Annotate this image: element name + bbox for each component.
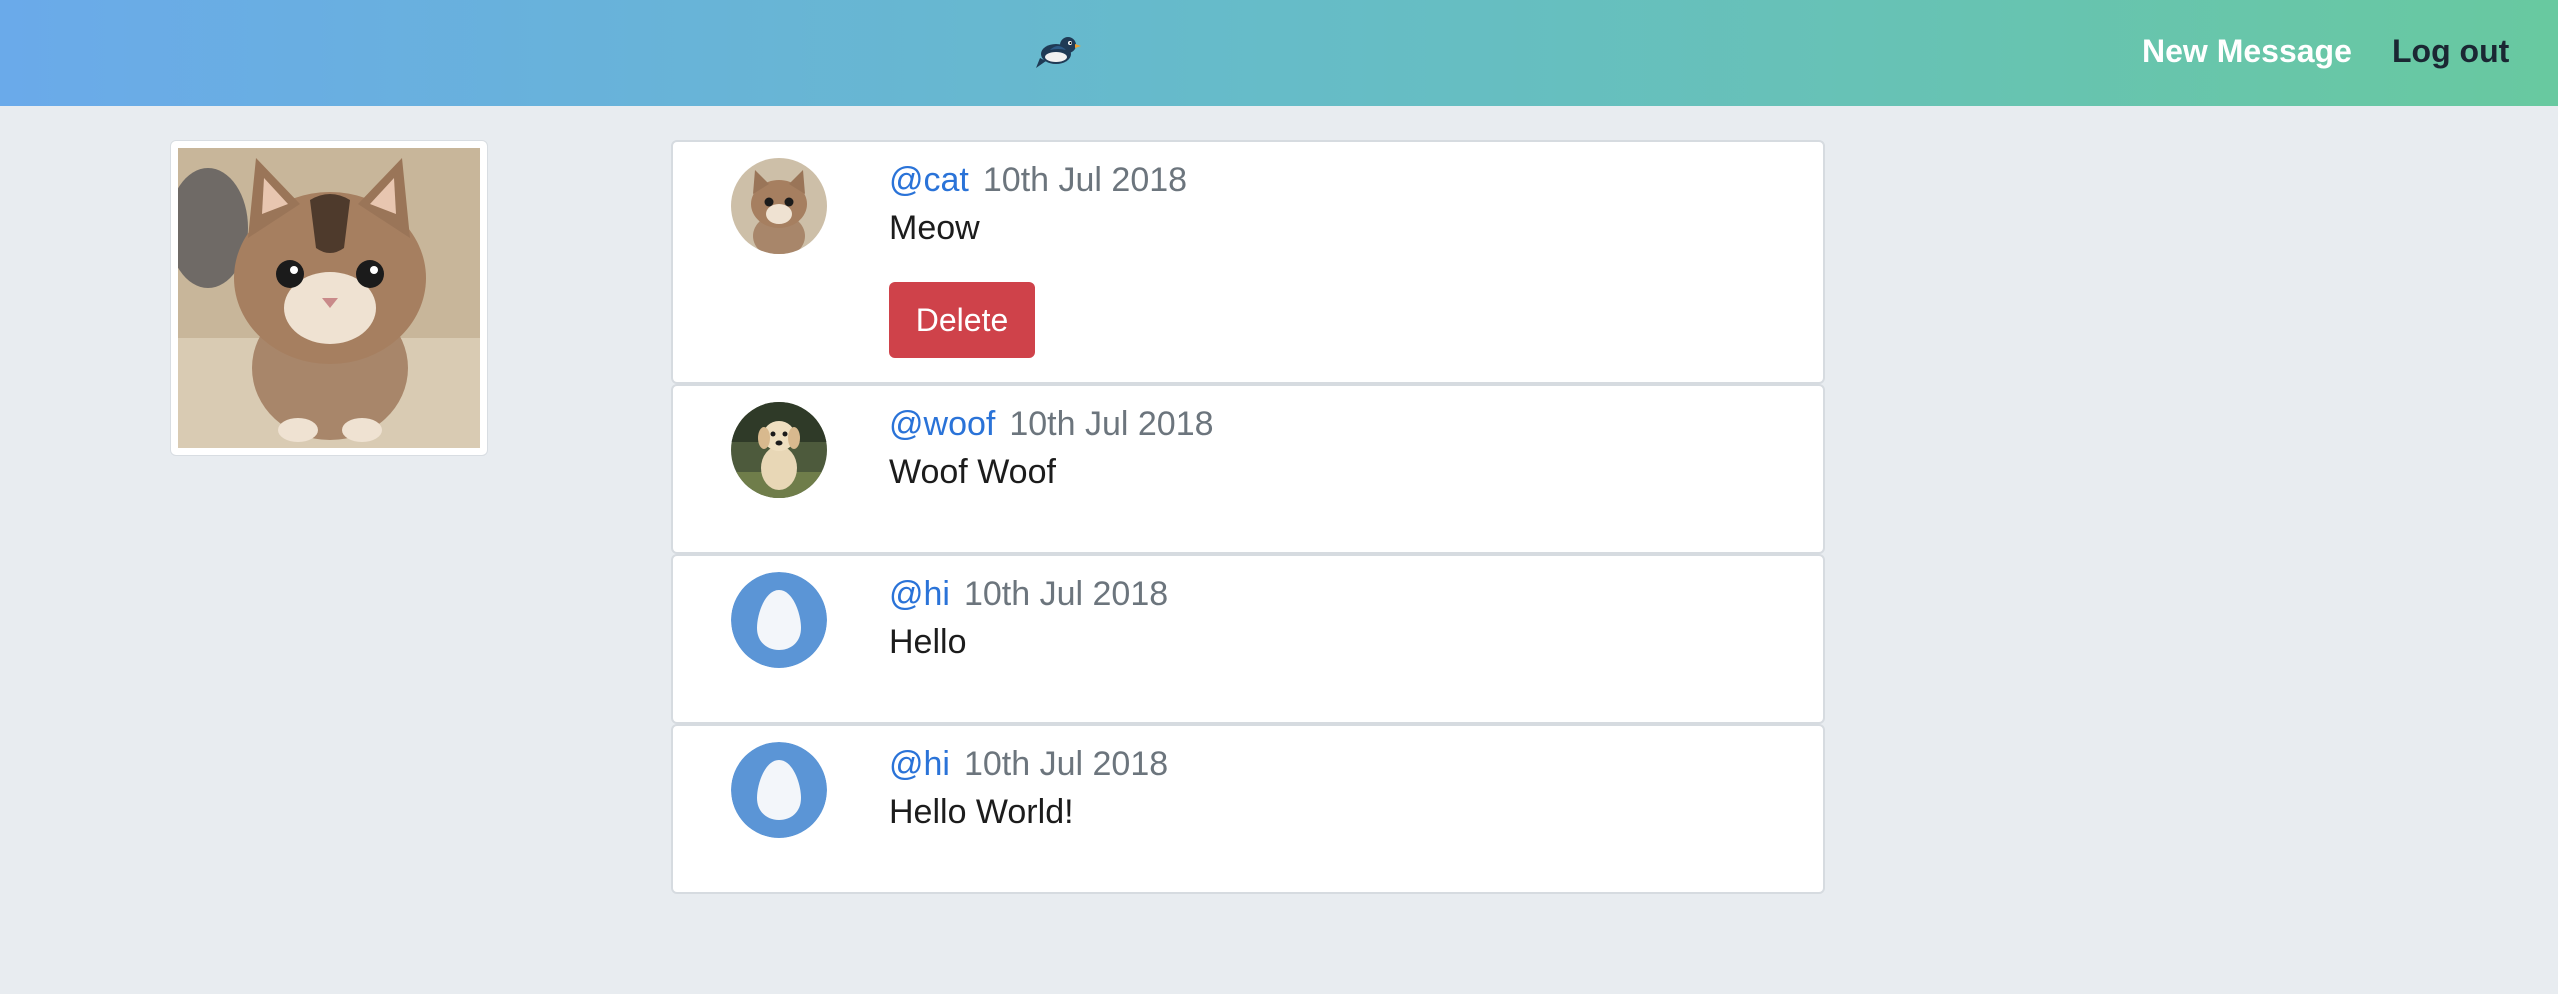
user-handle-link[interactable]: @woof bbox=[889, 405, 995, 443]
user-handle-link[interactable]: @cat bbox=[889, 161, 969, 199]
bird-logo-icon[interactable] bbox=[1034, 28, 1082, 76]
message-meta: @hi 10th Jul 2018 bbox=[889, 744, 1168, 784]
top-navbar: New Message Log out bbox=[0, 0, 2558, 106]
user-handle-link[interactable]: @hi bbox=[889, 745, 950, 783]
kitten-avatar[interactable] bbox=[731, 158, 827, 254]
message-card: @hi 10th Jul 2018 Hello bbox=[671, 554, 1825, 724]
delete-button[interactable]: Delete bbox=[889, 282, 1035, 358]
profile-image bbox=[178, 148, 480, 448]
message-text: Woof Woof bbox=[889, 453, 1056, 491]
message-text: Hello World! bbox=[889, 793, 1074, 831]
new-message-link[interactable]: New Message bbox=[2142, 32, 2352, 70]
logout-link[interactable]: Log out bbox=[2392, 32, 2509, 70]
egg-avatar[interactable] bbox=[731, 572, 827, 668]
message-date: 10th Jul 2018 bbox=[963, 745, 1169, 783]
message-meta: @hi 10th Jul 2018 bbox=[889, 574, 1168, 614]
puppy-avatar[interactable] bbox=[731, 402, 827, 498]
profile-card bbox=[170, 140, 488, 456]
message-meta: @woof 10th Jul 2018 bbox=[889, 404, 1214, 444]
message-card: @hi 10th Jul 2018 Hello World! bbox=[671, 724, 1825, 894]
message-date: 10th Jul 2018 bbox=[1009, 405, 1214, 443]
message-text: Hello bbox=[889, 623, 967, 661]
message-card: @cat 10th Jul 2018 Meow Delete bbox=[671, 140, 1825, 384]
message-text: Meow bbox=[889, 209, 980, 247]
user-handle-link[interactable]: @hi bbox=[889, 575, 950, 613]
message-date: 10th Jul 2018 bbox=[963, 575, 1169, 613]
egg-avatar[interactable] bbox=[731, 742, 827, 838]
message-card: @woof 10th Jul 2018 Woof Woof bbox=[671, 384, 1825, 554]
message-date: 10th Jul 2018 bbox=[982, 161, 1188, 199]
message-meta: @cat 10th Jul 2018 bbox=[889, 160, 1187, 200]
